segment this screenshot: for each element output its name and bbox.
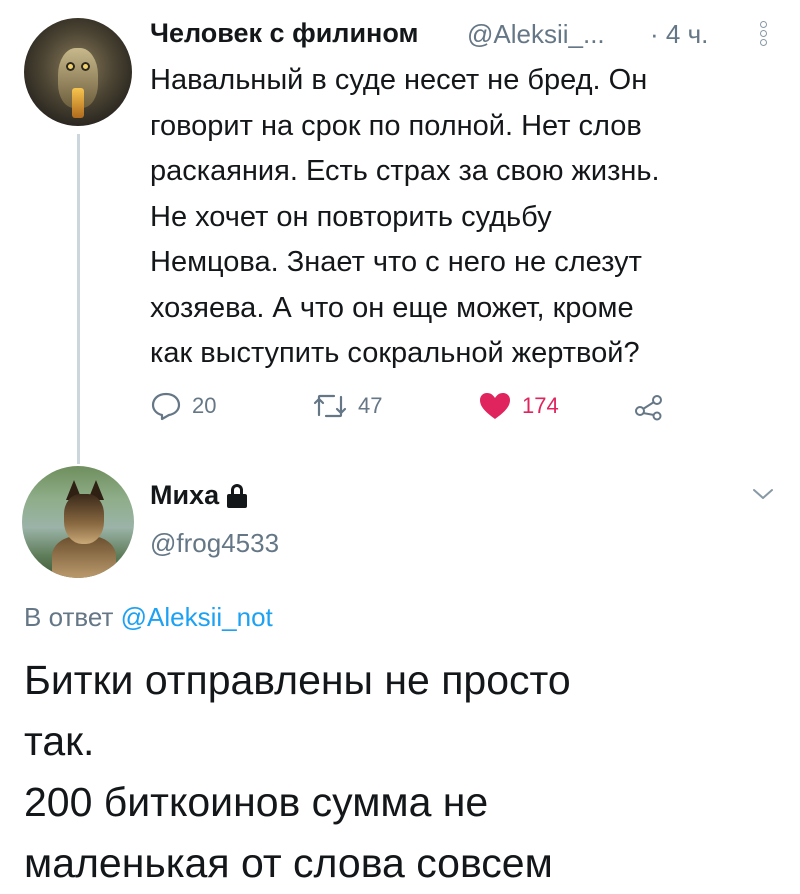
reply-text-line: Битки отправлены не просто: [24, 657, 571, 703]
lock-icon: [227, 483, 249, 508]
author-handle[interactable]: @Aleksii_...: [467, 19, 605, 50]
reply-button[interactable]: 20: [150, 388, 216, 424]
tweet-timestamp[interactable]: · 4 ч.: [650, 19, 708, 50]
reply-text-line: 200 биткоинов сумма не: [24, 779, 489, 825]
owl-eye-right: [81, 62, 90, 71]
reply-count: 20: [192, 393, 217, 418]
reply-icon: [151, 392, 181, 421]
author-avatar[interactable]: [24, 18, 132, 126]
more-options-icon[interactable]: [758, 20, 768, 46]
tweet-text-line: говорит на срок по полной. Нет слов: [150, 109, 642, 142]
tweet-text-line: хозяева. А что он еще может, кроме: [150, 291, 634, 324]
reply-author-display-name[interactable]: Миха: [150, 480, 219, 511]
retweet-count: 47: [358, 393, 383, 418]
replying-to-mention[interactable]: @Aleksii_not: [121, 602, 273, 632]
owl-eye-left: [66, 62, 75, 71]
tweet-text: Навальный в суде несет не бред. Он говор…: [150, 58, 780, 377]
tweet-text-line: Немцова. Знает что с него не слезут: [150, 246, 642, 278]
chevron-down-icon[interactable]: [752, 486, 774, 502]
reply-text-line: так.: [24, 718, 95, 764]
retweet-icon: [313, 394, 347, 418]
reply-author-handle[interactable]: @frog4533: [150, 528, 279, 559]
like-button[interactable]: 174: [478, 388, 559, 424]
reply-author-avatar[interactable]: [22, 466, 134, 578]
share-icon: [635, 395, 662, 421]
share-button[interactable]: [633, 388, 665, 424]
tweet-text-line: Не хочет он повторить судьбу: [150, 200, 552, 233]
retweet-button[interactable]: 47: [312, 388, 382, 424]
reply-tweet-text: Битки отправлены не просто так. 200 битк…: [24, 650, 784, 894]
dog-head: [64, 494, 104, 544]
replying-to: В ответ @Aleksii_not: [24, 602, 273, 633]
like-count: 174: [522, 393, 559, 418]
heart-icon: [480, 393, 510, 419]
author-display-name[interactable]: Человек с филином: [150, 18, 418, 49]
tweet-text-line: Навальный в суде несет не бред. Он: [150, 64, 648, 96]
tweet-text-line: как выступить сокральной жертвой?: [150, 337, 640, 369]
replying-to-prefix: В ответ: [24, 602, 114, 632]
candle-figure: [72, 88, 84, 118]
thread-connector-line: [77, 134, 80, 464]
reply-text-line: маленькая от слова совсем: [24, 840, 553, 886]
tweet-text-line: раскаяния. Есть страх за свою жизнь.: [150, 155, 660, 187]
reply-author-name-row[interactable]: Миха: [150, 480, 249, 511]
